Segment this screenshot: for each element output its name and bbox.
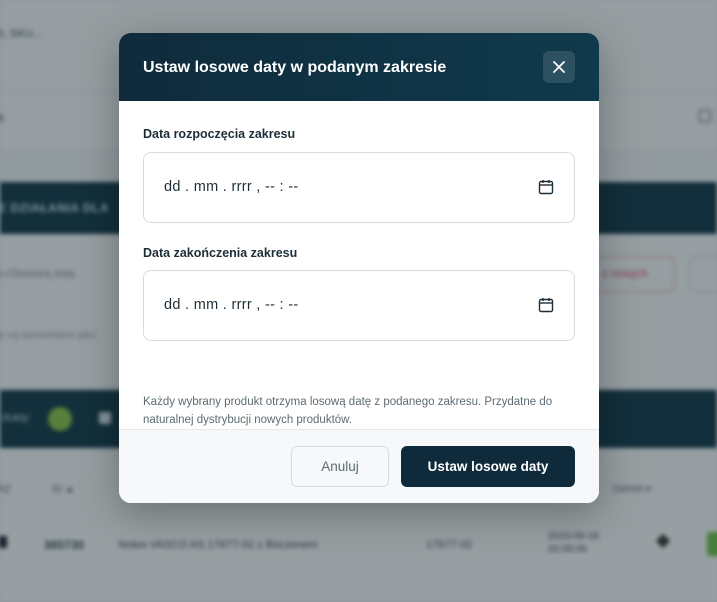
dialog-hint: Każdy wybrany produkt otrzyma losową dat…	[143, 396, 553, 426]
end-date-value: dd . mm . rrrr , -- : --	[164, 297, 299, 313]
random-dates-dialog: Ustaw losowe daty w podanym zakresie Dat…	[119, 33, 599, 503]
dialog-header: Ustaw losowe daty w podanym zakresie	[119, 33, 599, 101]
set-random-dates-button[interactable]: Ustaw losowe daty	[401, 446, 575, 487]
cancel-button[interactable]: Anuluj	[291, 446, 389, 487]
dialog-footer: Anuluj Ustaw losowe daty	[119, 429, 599, 503]
close-icon	[553, 61, 565, 73]
start-date-value: dd . mm . rrrr , -- : --	[164, 179, 299, 195]
start-date-input[interactable]: dd . mm . rrrr , -- : --	[143, 152, 575, 223]
start-date-label: Data rozpoczęcia zakresu	[143, 127, 296, 141]
end-date-label: Data zakończenia zakresu	[143, 246, 298, 260]
calendar-icon[interactable]	[538, 297, 554, 313]
close-button[interactable]	[543, 51, 575, 83]
end-date-input[interactable]: dd . mm . rrrr , -- : --	[143, 270, 575, 341]
dialog-title: Ustaw losowe daty w podanym zakresie	[143, 59, 447, 76]
calendar-icon[interactable]	[538, 179, 554, 195]
